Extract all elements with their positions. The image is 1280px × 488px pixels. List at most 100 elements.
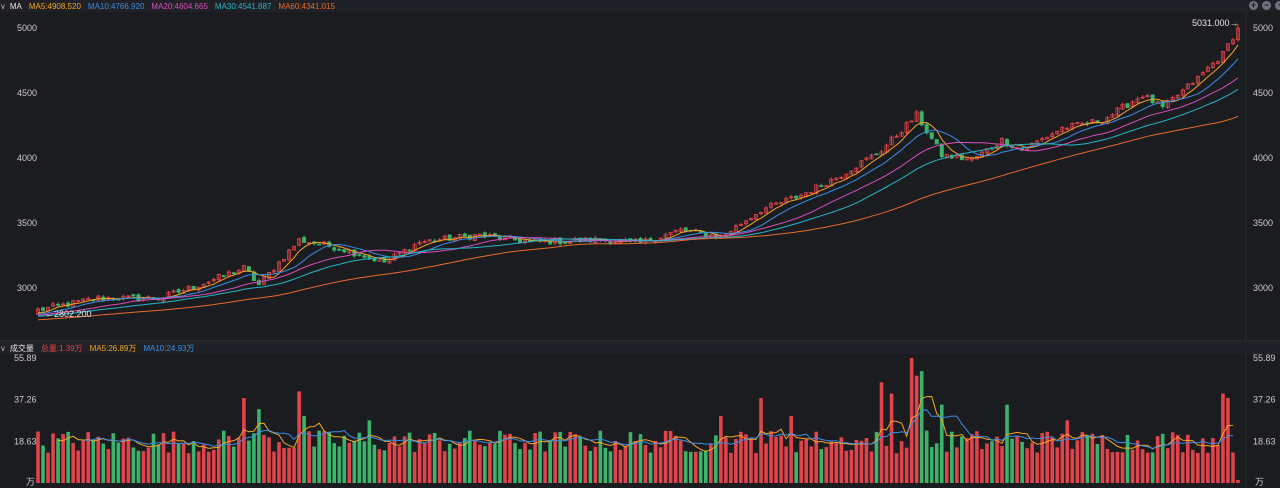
volume-bar <box>1231 452 1235 483</box>
volume-bar <box>854 439 859 483</box>
volume-bar <box>990 441 994 483</box>
volume-axis-label-left: 18.63 <box>14 436 37 446</box>
volume-bar <box>1105 448 1110 483</box>
volume-bar <box>422 442 427 483</box>
volume-bar <box>488 442 492 483</box>
minus-circle-icon[interactable]: − <box>1262 1 1271 10</box>
volume-bar <box>583 445 588 483</box>
volume-bar <box>719 415 723 483</box>
price-axis-label-right: 4000 <box>1253 153 1273 163</box>
volume-bar <box>377 449 382 483</box>
volume-bar <box>955 447 959 483</box>
volume-bar <box>924 430 929 483</box>
volume-bar <box>161 433 166 483</box>
price-axis-label-left: 3000 <box>17 283 37 293</box>
volume-bar <box>287 447 291 483</box>
volume-bar <box>1040 432 1044 483</box>
volume-bar <box>1000 446 1004 483</box>
volume-bar <box>297 391 301 483</box>
volume-bar <box>804 439 809 483</box>
volume-bar <box>588 450 593 483</box>
volume-bar <box>473 439 477 483</box>
volume-bar <box>362 441 367 483</box>
volume-bar <box>196 451 201 483</box>
volume-bar <box>36 431 40 483</box>
volume-bar <box>282 448 286 483</box>
volume-bar <box>703 450 708 483</box>
volume-bar <box>603 447 608 483</box>
volume-bar <box>1050 437 1055 483</box>
candle-body <box>337 248 342 251</box>
volume-bar <box>1065 420 1070 483</box>
volume-axis-label-left: 37.26 <box>14 395 37 405</box>
volume-bar <box>864 437 869 483</box>
volume-bar <box>1150 452 1155 483</box>
volume-bar <box>232 446 236 483</box>
volume-bar <box>849 449 854 483</box>
volume-bar <box>1120 452 1125 483</box>
price-axis-label-left: 4000 <box>17 153 37 163</box>
candle-body <box>934 139 939 145</box>
volume-bar <box>904 447 909 483</box>
candle-body <box>176 289 181 293</box>
volume-bar <box>493 443 497 483</box>
candle-body <box>302 237 307 243</box>
volume-bar <box>919 371 924 483</box>
volume-bar <box>136 450 141 483</box>
legend-volume-ma10: MA10:24.93万 <box>143 343 195 353</box>
volume-bar <box>1025 448 1029 483</box>
volume-bar <box>618 449 623 483</box>
volume-bar <box>417 439 422 483</box>
collapse-chevron-icon[interactable]: ∨ <box>0 344 6 353</box>
settings-icon[interactable]: · <box>1275 1 1280 10</box>
candle-body <box>251 271 256 281</box>
volume-bar <box>508 433 512 483</box>
volume-bar <box>573 434 578 483</box>
volume-bar <box>96 436 101 483</box>
volume-bar <box>754 453 758 483</box>
volume-bar <box>437 440 442 483</box>
min-price-marker: ←2802.200 <box>45 309 92 319</box>
volume-bar <box>1211 438 1215 483</box>
volume-bar <box>151 433 156 483</box>
legend-ma5: MA5:4908.520 <box>28 1 81 11</box>
volume-bar <box>844 450 849 483</box>
volume-bar <box>176 443 181 483</box>
volume-bar <box>995 436 999 483</box>
volume-bar <box>1030 442 1034 483</box>
volume-bar <box>985 443 989 483</box>
volume-bar <box>1155 436 1160 483</box>
candlestick-chart[interactable]: 5000 5000 4500 4500 4000 4000 3500 3500 3000 3000… <box>0 0 1280 488</box>
volume-bar <box>116 442 121 483</box>
candle-body <box>231 272 236 275</box>
volume-bar <box>447 443 452 483</box>
volume-bar <box>186 453 191 483</box>
volume-bar <box>578 437 583 483</box>
volume-bar <box>1175 434 1180 483</box>
volume-bar <box>452 448 457 483</box>
volume-bar <box>46 452 50 483</box>
volume-bar <box>889 393 894 483</box>
candle-body <box>462 233 467 237</box>
volume-bar <box>41 445 45 483</box>
volume-bar <box>317 430 321 483</box>
volume-bar <box>653 441 658 483</box>
candle-body <box>939 143 944 158</box>
volume-bar <box>1080 432 1085 483</box>
volume-bar <box>839 437 844 483</box>
volume-bar <box>513 443 517 483</box>
plus-circle-icon[interactable]: + <box>1249 1 1258 10</box>
volume-bar <box>734 438 738 483</box>
volume-bar <box>327 432 332 483</box>
volume-bar <box>960 436 964 483</box>
candle-body <box>794 195 799 199</box>
volume-bar <box>683 451 688 483</box>
volume-bar <box>457 442 462 483</box>
candle-body <box>367 255 372 259</box>
volume-bar <box>367 420 372 483</box>
price-panel-header: ∨ MA MA5:4908.520 MA10:4766.920 MA20:460… <box>0 0 1280 12</box>
volume-bar <box>1180 452 1185 483</box>
collapse-chevron-icon[interactable]: ∨ <box>0 2 6 11</box>
volume-bar <box>934 443 939 483</box>
price-axis-label-right: 5000 <box>1253 23 1273 33</box>
